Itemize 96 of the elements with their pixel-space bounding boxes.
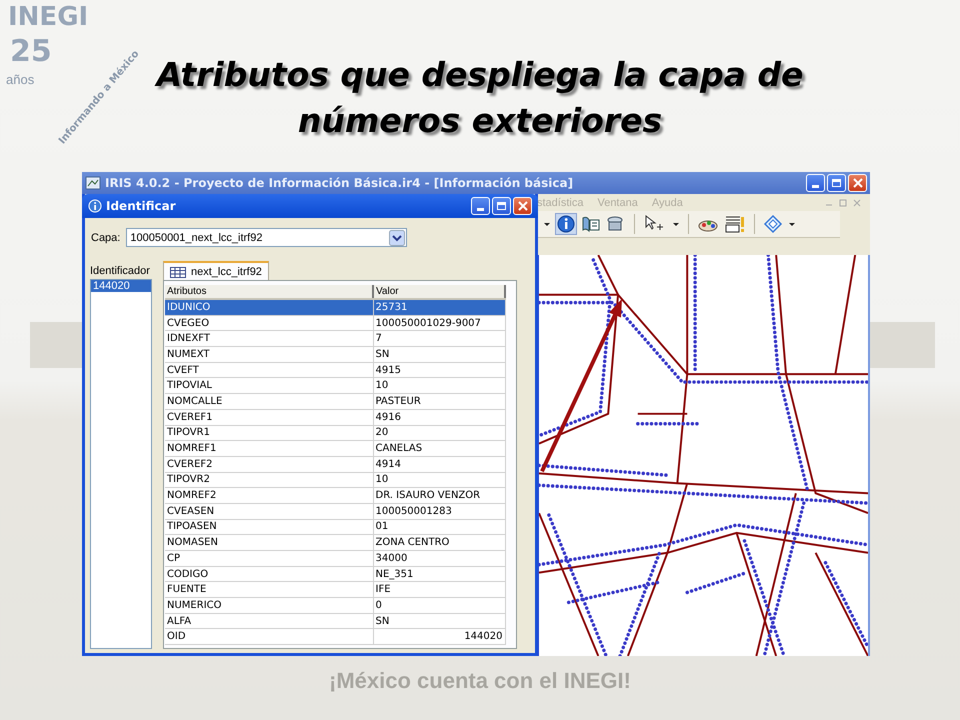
logo-years: 25 — [10, 34, 52, 69]
footer-slogan: ¡México cuenta con el INEGI! — [328, 668, 632, 694]
table-row[interactable]: TIPOVR2 10 — [165, 472, 505, 488]
table-row[interactable]: CVEREF1 4916 — [165, 409, 505, 425]
table-row[interactable]: IDNEXFT 7 — [165, 330, 505, 347]
table-cell: 4916 — [373, 409, 505, 425]
table-row[interactable]: IDUNICO 25731 — [165, 299, 505, 316]
table-cell: 0 — [373, 598, 505, 614]
table-cell: TIPOVR1 — [165, 425, 373, 441]
table-cell: 4915 — [373, 362, 505, 378]
table-cell: CVEGEO — [165, 315, 373, 331]
close-icon — [852, 178, 862, 188]
table-cell: CVEFT — [165, 362, 373, 378]
table-cell: CP — [165, 550, 373, 566]
layer-label: Capa: — [91, 232, 120, 244]
table-cell: 10 — [373, 472, 505, 488]
table-cell: TIPOASEN — [165, 519, 373, 535]
window-title: IRIS 4.0.2 - Proyecto de Información Básica.ir4 - [Información básica] — [105, 176, 574, 190]
table-cell: OID — [165, 628, 373, 645]
table-cell: ZONA CENTRO — [373, 534, 505, 550]
table-cell: CVEREF2 — [165, 456, 373, 472]
table-cell: NOMCALLE — [165, 394, 373, 410]
app-icon — [85, 175, 101, 191]
table-cell: SN — [373, 613, 505, 629]
table-cell: 100050001029-9007 — [373, 315, 505, 331]
table-cell: NOMASEN — [165, 534, 373, 550]
minimize-button[interactable] — [806, 174, 825, 192]
slide-title: números exteriores — [298, 100, 662, 142]
maximize-button[interactable] — [492, 197, 511, 215]
table-cell: PASTEUR — [373, 394, 505, 410]
table-row[interactable]: NOMASEN ZONA CENTRO — [165, 534, 505, 550]
table-row[interactable]: TIPOASEN 01 — [165, 519, 505, 535]
logo-text: INEGI — [8, 2, 88, 32]
table-cell: CODIGO — [165, 566, 373, 582]
table-row[interactable]: ALFA SN — [165, 613, 505, 629]
table-row[interactable]: NUMERICO 0 — [165, 598, 505, 614]
table-cell: DR. ISAURO VENZOR — [373, 488, 505, 504]
table-cell: NE_351 — [373, 566, 505, 582]
table-cell: FUENTE — [165, 582, 373, 598]
table-cell: IDNEXFT — [165, 330, 373, 347]
table-cell: NOMREF1 — [165, 440, 373, 456]
slide-title: Atributos que despliega la capa de — [156, 54, 804, 96]
close-icon — [518, 201, 528, 211]
table-row[interactable]: OID 144020 — [165, 628, 505, 645]
table-cell: TIPOVR2 — [165, 472, 373, 488]
table-cell: 10 — [373, 378, 505, 394]
table-cell: NUMEXT — [165, 346, 373, 362]
table-cell: NUMERICO — [165, 598, 373, 614]
table-cell: CVEREF1 — [165, 409, 373, 425]
diamond-icon[interactable] — [763, 214, 783, 234]
table-row[interactable]: CVEREF2 4914 — [165, 456, 505, 472]
table-icon — [170, 266, 186, 278]
label-icon[interactable] — [724, 214, 746, 234]
table-cell: 7 — [373, 330, 505, 347]
table-row[interactable]: FUENTE IFE — [165, 582, 505, 598]
table-cell: 144020 — [373, 628, 505, 645]
table-row[interactable]: TIPOVR1 20 — [165, 425, 505, 441]
tab[interactable]: next_lcc_itrf92 — [163, 261, 269, 280]
table-cell: TIPOVIAL — [165, 378, 373, 394]
table-row[interactable]: NOMREF2 DR. ISAURO VENZOR — [165, 488, 505, 504]
table-row[interactable]: CVEGEO 100050001029-9007 — [165, 315, 505, 331]
column-header[interactable]: Atributos — [165, 285, 373, 299]
table-cell: IDUNICO — [165, 299, 373, 316]
table-row[interactable]: NOMCALLE PASTEUR — [165, 394, 505, 410]
close-button[interactable] — [848, 174, 867, 192]
table-row[interactable]: TIPOVIAL 10 — [165, 378, 505, 394]
table-cell: CANELAS — [373, 440, 505, 456]
minimize-button[interactable] — [471, 197, 490, 215]
table-cell: 100050001283 — [373, 503, 505, 520]
table-cell: SN — [373, 346, 505, 362]
dialog-title: Identificar — [106, 199, 177, 213]
table-cell: 25731 — [373, 299, 505, 316]
table-row[interactable]: CODIGO NE_351 — [165, 566, 505, 582]
table-row[interactable]: CVEASEN 100050001283 — [165, 503, 505, 520]
table-cell: CVEASEN — [165, 503, 373, 520]
table-cell: ALFA — [165, 613, 373, 629]
layer-dropdown[interactable]: 100050001_next_lcc_itrf92 — [126, 228, 408, 247]
table-cell: IFE — [373, 582, 505, 598]
table-row[interactable]: CP 34000 — [165, 550, 505, 566]
logo-years-label: años — [6, 72, 34, 87]
table-cell: 4914 — [373, 456, 505, 472]
table-row[interactable]: NOMREF1 CANELAS — [165, 440, 505, 456]
info-icon[interactable] — [556, 214, 576, 234]
maximize-button[interactable] — [827, 174, 846, 192]
column-header[interactable]: Valor — [373, 285, 505, 299]
close-button[interactable] — [513, 197, 532, 215]
table-cell: NOMREF2 — [165, 488, 373, 504]
table-cell: 34000 — [373, 550, 505, 566]
identifier-label: Identificador — [90, 265, 151, 277]
table-cell: 01 — [373, 519, 505, 535]
table-row[interactable]: CVEFT 4915 — [165, 362, 505, 378]
table-cell: 20 — [373, 425, 505, 441]
table-icon[interactable] — [581, 214, 601, 234]
info-icon — [88, 199, 102, 213]
table-row[interactable]: NUMEXT SN — [165, 346, 505, 362]
list-item[interactable]: 144020 — [91, 280, 151, 292]
